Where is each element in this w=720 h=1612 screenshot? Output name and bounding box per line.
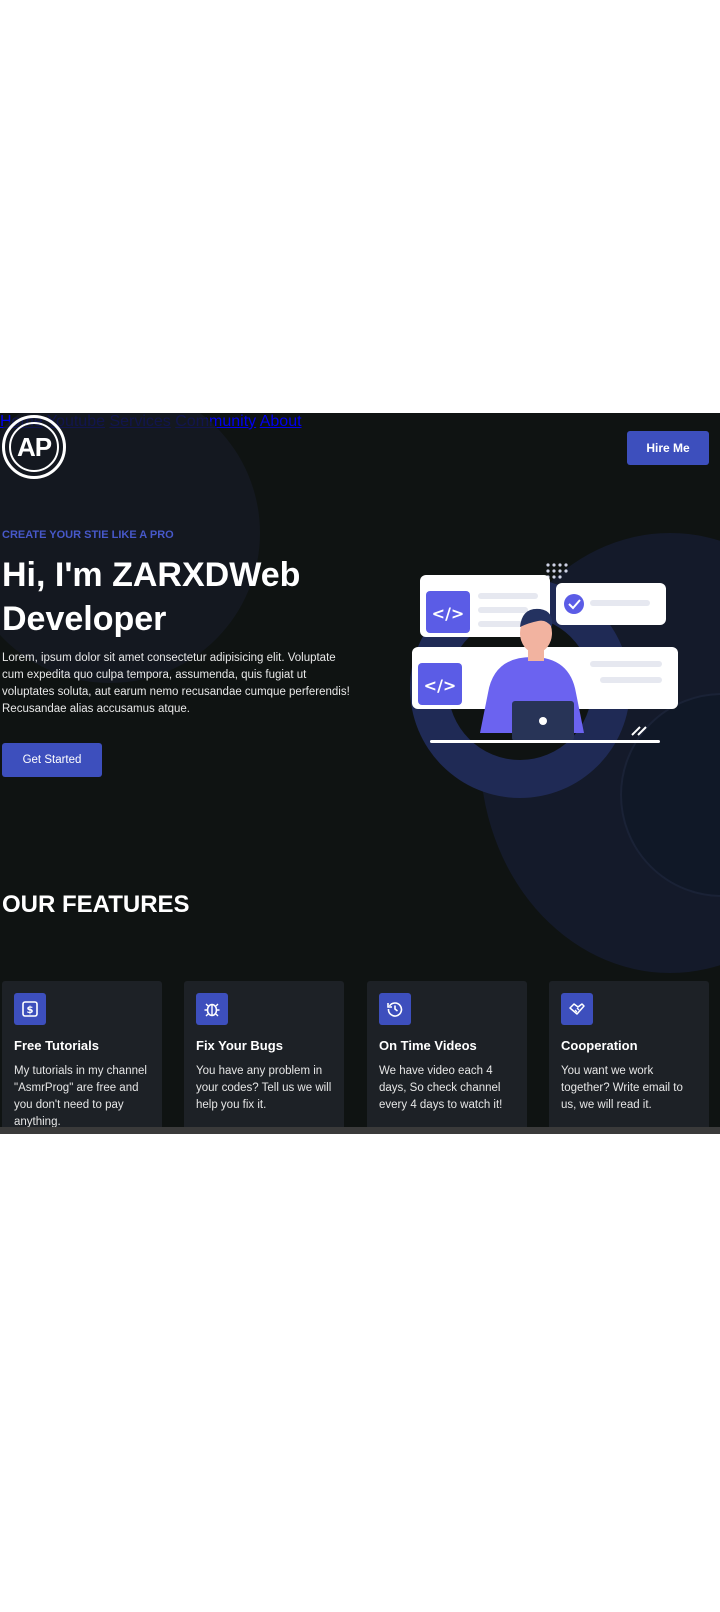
hero-description: Lorem, ipsum dolor sit amet consectetur …: [2, 652, 350, 715]
hero-role: Web: [229, 556, 301, 594]
nav-services[interactable]: Services: [109, 413, 170, 430]
hero-name: ZARXD: [112, 556, 230, 594]
feature-title: Cooperation: [561, 1038, 638, 1053]
feature-card[interactable]: On Time Videos We have video each 4 days…: [367, 981, 527, 1133]
handshake-icon: [561, 993, 593, 1025]
logo-text: AP: [16, 432, 52, 462]
nav-community[interactable]: Community: [175, 413, 256, 430]
hero-heading: Hi, I'm ZARXDWeb Developer: [2, 553, 332, 641]
feature-title: Free Tutorials: [14, 1038, 100, 1053]
page-screenshot: AP Home Youtube Services Community About…: [0, 413, 720, 1133]
feature-description: My tutorials in my channel "AsmrProg" ar…: [14, 1065, 147, 1128]
hero-tagline: CREATE YOUR STIE LIKE A PRO: [2, 529, 174, 541]
feature-title: On Time Videos: [379, 1038, 477, 1053]
feature-description: You have any problem in your codes? Tell…: [196, 1065, 332, 1111]
svg-text:$: $: [27, 1005, 34, 1016]
feature-description: We have video each 4 days, So check chan…: [379, 1065, 503, 1111]
bottom-scrollbar[interactable]: [0, 1127, 720, 1134]
svg-text:</>: </>: [432, 604, 465, 623]
main-nav: Home Youtube Services Community About: [0, 413, 720, 431]
history-icon: [379, 993, 411, 1025]
svg-text:</>: </>: [424, 676, 457, 695]
feature-card[interactable]: $ Free Tutorials My tutorials in my chan…: [2, 981, 162, 1133]
feature-card[interactable]: Fix Your Bugs You have any problem in yo…: [184, 981, 344, 1133]
hero-greeting: Hi, I'm: [2, 556, 103, 594]
bug-icon: [196, 993, 228, 1025]
features-title: OUR FEATURES: [2, 891, 190, 918]
developer-illustration: </> </>: [410, 563, 678, 798]
dollar-icon: $: [14, 993, 46, 1025]
feature-title: Fix Your Bugs: [196, 1038, 283, 1053]
feature-card[interactable]: Cooperation You want we work together? W…: [549, 981, 709, 1133]
feature-description: You want we work together? Write email t…: [561, 1065, 683, 1111]
nav-about[interactable]: About: [260, 413, 302, 430]
site-logo[interactable]: AP: [2, 415, 66, 479]
hire-me-button[interactable]: Hire Me: [627, 431, 709, 465]
hero-role-line2: Developer: [2, 600, 167, 638]
get-started-button[interactable]: Get Started: [2, 743, 102, 777]
